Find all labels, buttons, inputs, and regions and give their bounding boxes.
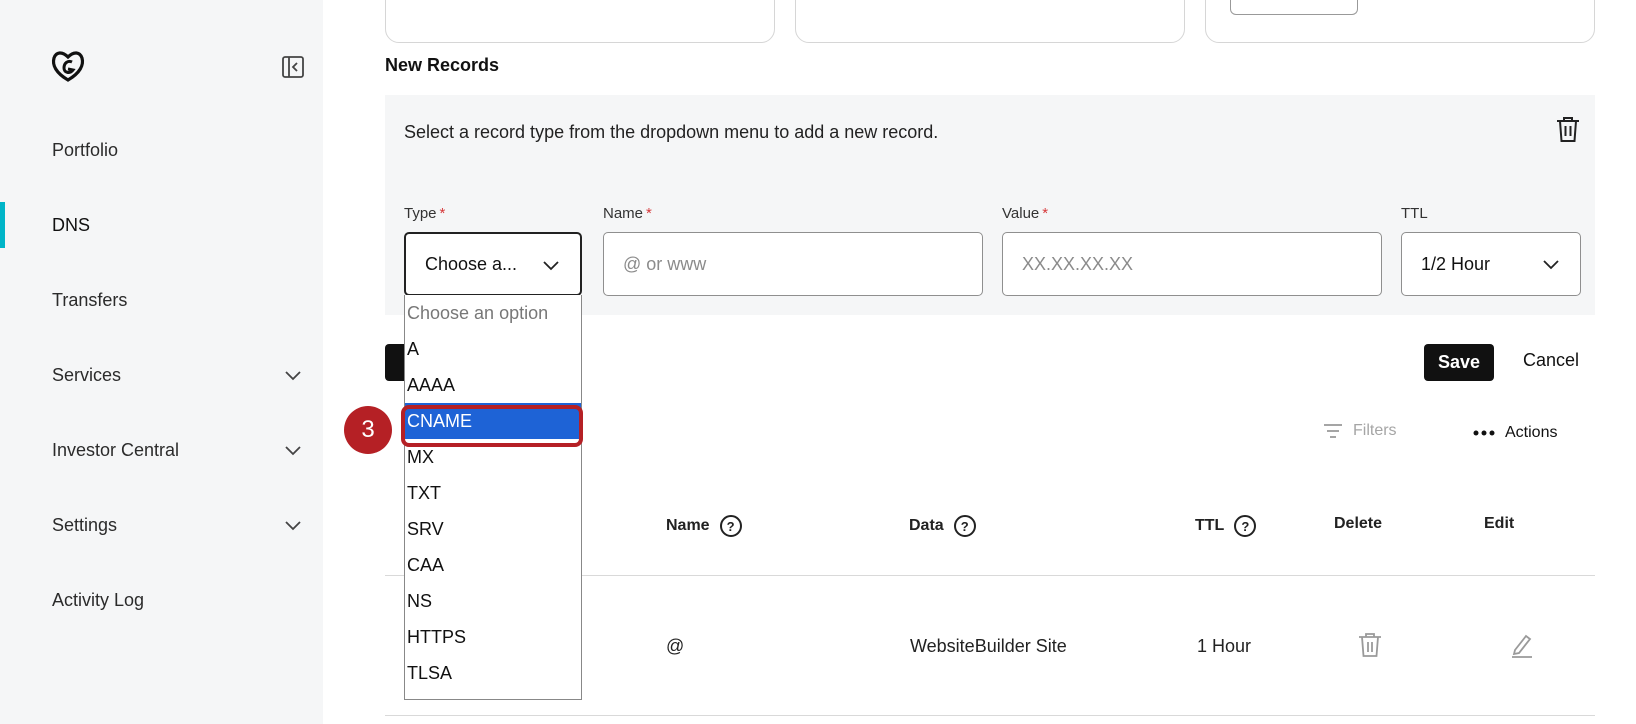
- type-select[interactable]: Choose a...: [404, 232, 582, 296]
- annotation-highlight: [401, 405, 583, 447]
- name-input[interactable]: @ or www: [603, 232, 983, 296]
- more-icon: [1473, 430, 1495, 436]
- step-badge: 3: [344, 406, 392, 454]
- sidebar-item-label: Services: [52, 364, 122, 385]
- godaddy-logo-icon[interactable]: [50, 49, 86, 83]
- value-label: Value *: [1002, 205, 1049, 222]
- summary-card: [385, 0, 775, 43]
- trash-icon[interactable]: [1555, 115, 1581, 143]
- help-icon[interactable]: ?: [1234, 515, 1257, 537]
- filter-icon: [1324, 424, 1342, 438]
- sidebar-item-portfolio[interactable]: Portfolio: [0, 130, 323, 170]
- dropdown-option[interactable]: A: [405, 331, 581, 367]
- sidebar-item-investor-central[interactable]: Investor Central: [0, 430, 323, 470]
- chevron-down-icon: [1543, 260, 1559, 270]
- actions-button[interactable]: Actions: [1473, 424, 1557, 442]
- save-button[interactable]: Save: [1424, 344, 1494, 381]
- chevron-down-icon: [285, 521, 301, 531]
- help-icon[interactable]: ?: [719, 515, 742, 537]
- sidebar-item-label: Transfers: [52, 289, 128, 310]
- dropdown-option[interactable]: NS: [405, 583, 581, 619]
- dropdown-option[interactable]: Choose an option: [405, 295, 581, 331]
- cell-name: @: [666, 636, 685, 656]
- filters-button[interactable]: Filters: [1323, 422, 1397, 440]
- type-dropdown-list: Choose an option A AAAA CNAME MX TXT SRV…: [404, 295, 582, 700]
- delete-icon[interactable]: [1358, 632, 1382, 658]
- sidebar-item-services[interactable]: Services: [0, 355, 323, 395]
- sidebar-item-transfers[interactable]: Transfers: [0, 280, 323, 320]
- sidebar-item-activity-log[interactable]: Activity Log: [0, 580, 323, 620]
- card-button[interactable]: [1230, 0, 1358, 15]
- sidebar-item-label: Investor Central: [52, 439, 180, 460]
- sidebar-item-dns[interactable]: DNS: [0, 202, 323, 248]
- column-header-delete: Delete: [1334, 515, 1383, 532]
- value-input[interactable]: XX.XX.XX.XX: [1002, 232, 1382, 296]
- column-header-name: Name?: [666, 515, 742, 537]
- dropdown-option[interactable]: TXT: [405, 475, 581, 511]
- summary-card: [795, 0, 1185, 43]
- sidebar-item-settings[interactable]: Settings: [0, 505, 323, 545]
- column-header-ttl: TTL?: [1195, 515, 1257, 537]
- ttl-select[interactable]: 1/2 Hour: [1401, 232, 1581, 296]
- sidebar-item-label: DNS: [52, 214, 91, 235]
- edit-icon[interactable]: [1510, 632, 1534, 658]
- sidebar: Portfolio DNS Transfers Services Investo…: [0, 0, 323, 724]
- dropdown-option[interactable]: HTTPS: [405, 619, 581, 655]
- ttl-label: TTL: [1401, 205, 1428, 222]
- dropdown-option[interactable]: AAAA: [405, 367, 581, 403]
- sidebar-item-label: Activity Log: [52, 589, 145, 610]
- cell-ttl: 1 Hour: [1197, 636, 1252, 656]
- panel-message: Select a record type from the dropdown m…: [404, 122, 939, 142]
- row-divider: [385, 715, 1595, 716]
- new-record-panel: Select a record type from the dropdown m…: [385, 95, 1595, 315]
- cancel-button[interactable]: Cancel: [1523, 350, 1579, 371]
- name-label: Name *: [603, 205, 652, 222]
- dropdown-option[interactable]: SRV: [405, 511, 581, 547]
- type-label: Type *: [404, 205, 446, 222]
- chevron-down-icon: [543, 261, 559, 271]
- column-header-data: Data?: [909, 515, 976, 537]
- chevron-down-icon: [285, 371, 301, 381]
- add-record-button[interactable]: [385, 344, 405, 381]
- cell-data: WebsiteBuilder Site: [910, 636, 1067, 656]
- column-header-edit: Edit: [1484, 515, 1515, 532]
- dropdown-option[interactable]: CAA: [405, 547, 581, 583]
- dropdown-option[interactable]: TLSA: [405, 655, 581, 691]
- sidebar-item-label: Settings: [52, 514, 118, 535]
- help-icon[interactable]: ?: [953, 515, 976, 537]
- section-title: New Records: [385, 55, 500, 75]
- sidebar-item-label: Portfolio: [52, 139, 119, 160]
- collapse-sidebar-icon[interactable]: [281, 55, 305, 79]
- summary-card: [1205, 0, 1595, 43]
- chevron-down-icon: [285, 446, 301, 456]
